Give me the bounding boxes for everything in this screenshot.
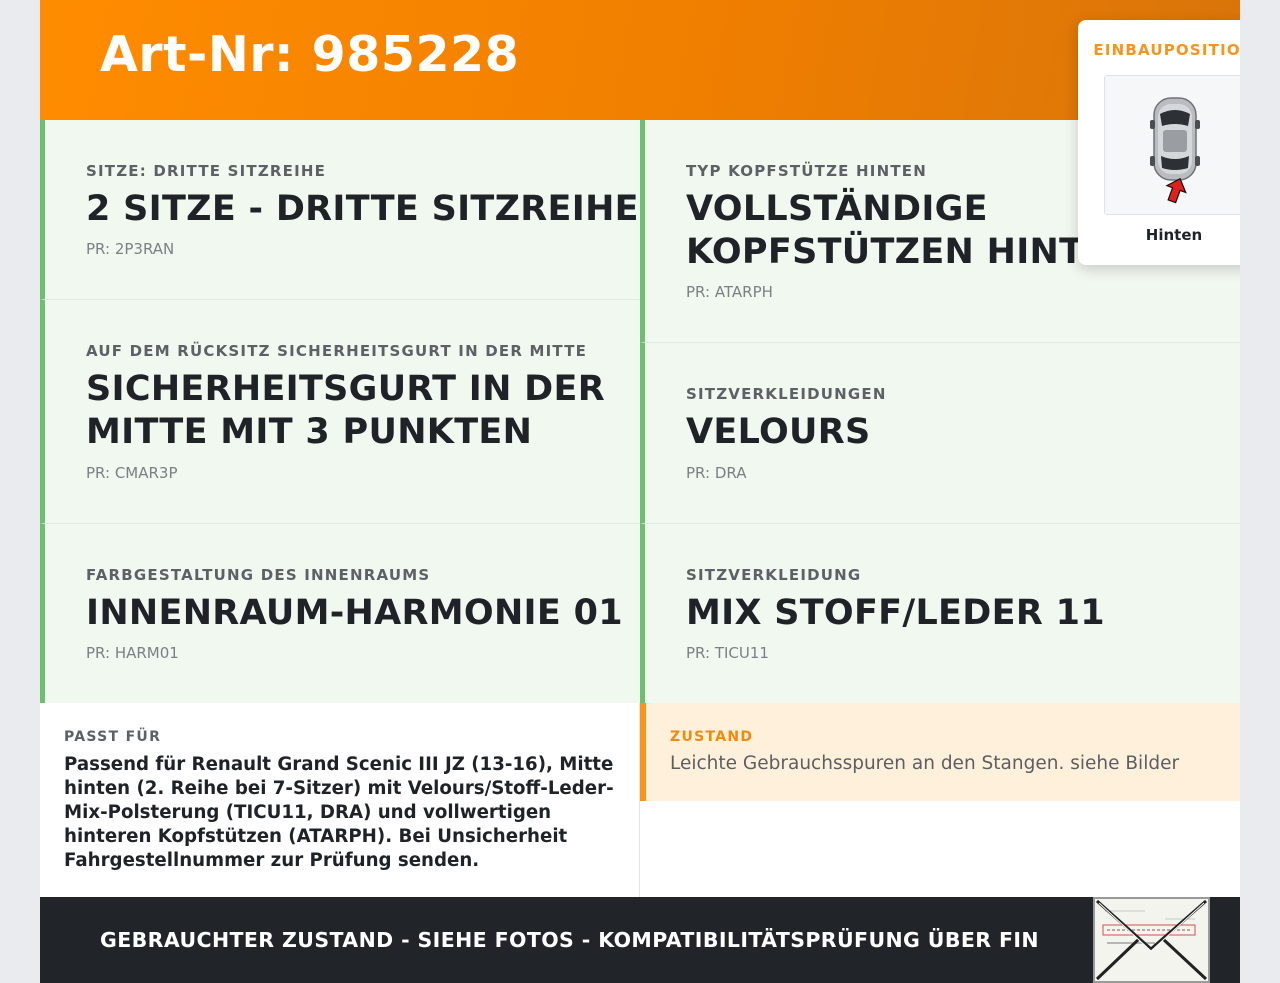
- spec-seats-third-row: Sitze: Dritte Sitzreihe 2 SITZE - DRITTE…: [40, 120, 640, 300]
- article-number-title: Art-Nr: 985228: [100, 26, 520, 83]
- product-card: Art-Nr: 985228 Sitze: Dritte Sitzreihe 2…: [40, 0, 1240, 983]
- rear-arrow-icon: [1165, 177, 1187, 204]
- spec-label: Sitze: Dritte Sitzreihe: [86, 162, 327, 180]
- condition-section: ZUSTAND Leichte Gebrauchsspuren an den S…: [640, 703, 1240, 801]
- spec-center-seatbelt: Auf dem Rücksitz Sicherheitsgurt in der …: [40, 300, 640, 524]
- install-position-image: [1104, 75, 1240, 215]
- spec-value: SICHERHEITSGURT IN DER MITTE MIT 3 PUNKT…: [86, 368, 605, 454]
- spec-label: Sitzverkleidung: [686, 566, 862, 584]
- spec-pr-code: PR: CMAR3P: [86, 464, 178, 482]
- install-position-caption: Hinten: [1145, 226, 1203, 244]
- spec-value-line: VOLLSTÄNDIGE: [686, 189, 988, 229]
- spec-value-line: MIX STOFF/LEDER 11: [686, 593, 1105, 633]
- spec-value: VOLLSTÄNDIGE KOPFSTÜTZEN HINTEN: [686, 188, 1137, 274]
- spec-value-line: 2 SITZE - DRITTE SITZREIHE: [86, 189, 639, 229]
- spec-label: Farbgestaltung des Innenraums: [86, 566, 431, 584]
- install-position-label: EINBAUPOSITION: [1093, 41, 1240, 59]
- spec-label: Typ Kopfstütze hinten: [686, 162, 927, 180]
- spec-value-line: VELOURS: [686, 412, 871, 452]
- spec-value-line: SICHERHEITSGURT IN DER: [86, 369, 605, 409]
- vin-envelope-graphic: [1095, 899, 1208, 981]
- spec-pr-code: PR: ATARPH: [686, 283, 773, 301]
- install-position-card: EINBAUPOSITION Hinten: [1078, 20, 1240, 265]
- spec-value: 2 SITZE - DRITTE SITZREIHE: [86, 188, 639, 231]
- spec-value-line: MITTE MIT 3 PUNKTEN: [86, 412, 533, 452]
- compatibility-text: Passend für Renault Grand Scenic III JZ …: [64, 754, 614, 871]
- spec-pr-code: PR: TICU11: [686, 644, 769, 662]
- condition-label: ZUSTAND: [670, 729, 754, 745]
- spec-value: MIX STOFF/LEDER 11: [686, 592, 1105, 635]
- spec-label: Auf dem Rücksitz Sicherheitsgurt in der …: [86, 342, 588, 360]
- spec-interior-color: Farbgestaltung des Innenraums INNENRAUM-…: [40, 524, 640, 703]
- condition-text: Leichte Gebrauchsspuren an den Stangen. …: [670, 753, 1180, 774]
- footer-text: GEBRAUCHTER ZUSTAND - SIEHE FOTOS - KOMP…: [100, 928, 1039, 952]
- spec-label: Sitzverkleidungen: [686, 385, 887, 403]
- spec-pr-code: PR: DRA: [686, 464, 747, 482]
- compatibility-section: PASST FÜR Passend für Renault Grand Scen…: [40, 703, 640, 897]
- spec-seat-cover: Sitzverkleidung MIX STOFF/LEDER 11 PR: T…: [640, 524, 1240, 703]
- spec-value-line: INNENRAUM-HARMONIE 01: [86, 593, 623, 633]
- footer-bar: GEBRAUCHTER ZUSTAND - SIEHE FOTOS - KOMP…: [40, 897, 1240, 983]
- spec-value: INNENRAUM-HARMONIE 01: [86, 592, 623, 635]
- header-bar: Art-Nr: 985228: [40, 0, 1240, 120]
- spec-value: VELOURS: [686, 411, 870, 454]
- spec-pr-code: PR: 2P3RAN: [86, 240, 175, 258]
- vin-envelope-icon: [1093, 897, 1210, 983]
- spec-seat-covers: Sitzverkleidungen VELOURS PR: DRA: [640, 343, 1240, 524]
- spec-pr-code: PR: HARM01: [86, 644, 179, 662]
- spec-value-line: KOPFSTÜTZEN HINTEN: [686, 232, 1138, 272]
- compatibility-label: PASST FÜR: [64, 729, 162, 745]
